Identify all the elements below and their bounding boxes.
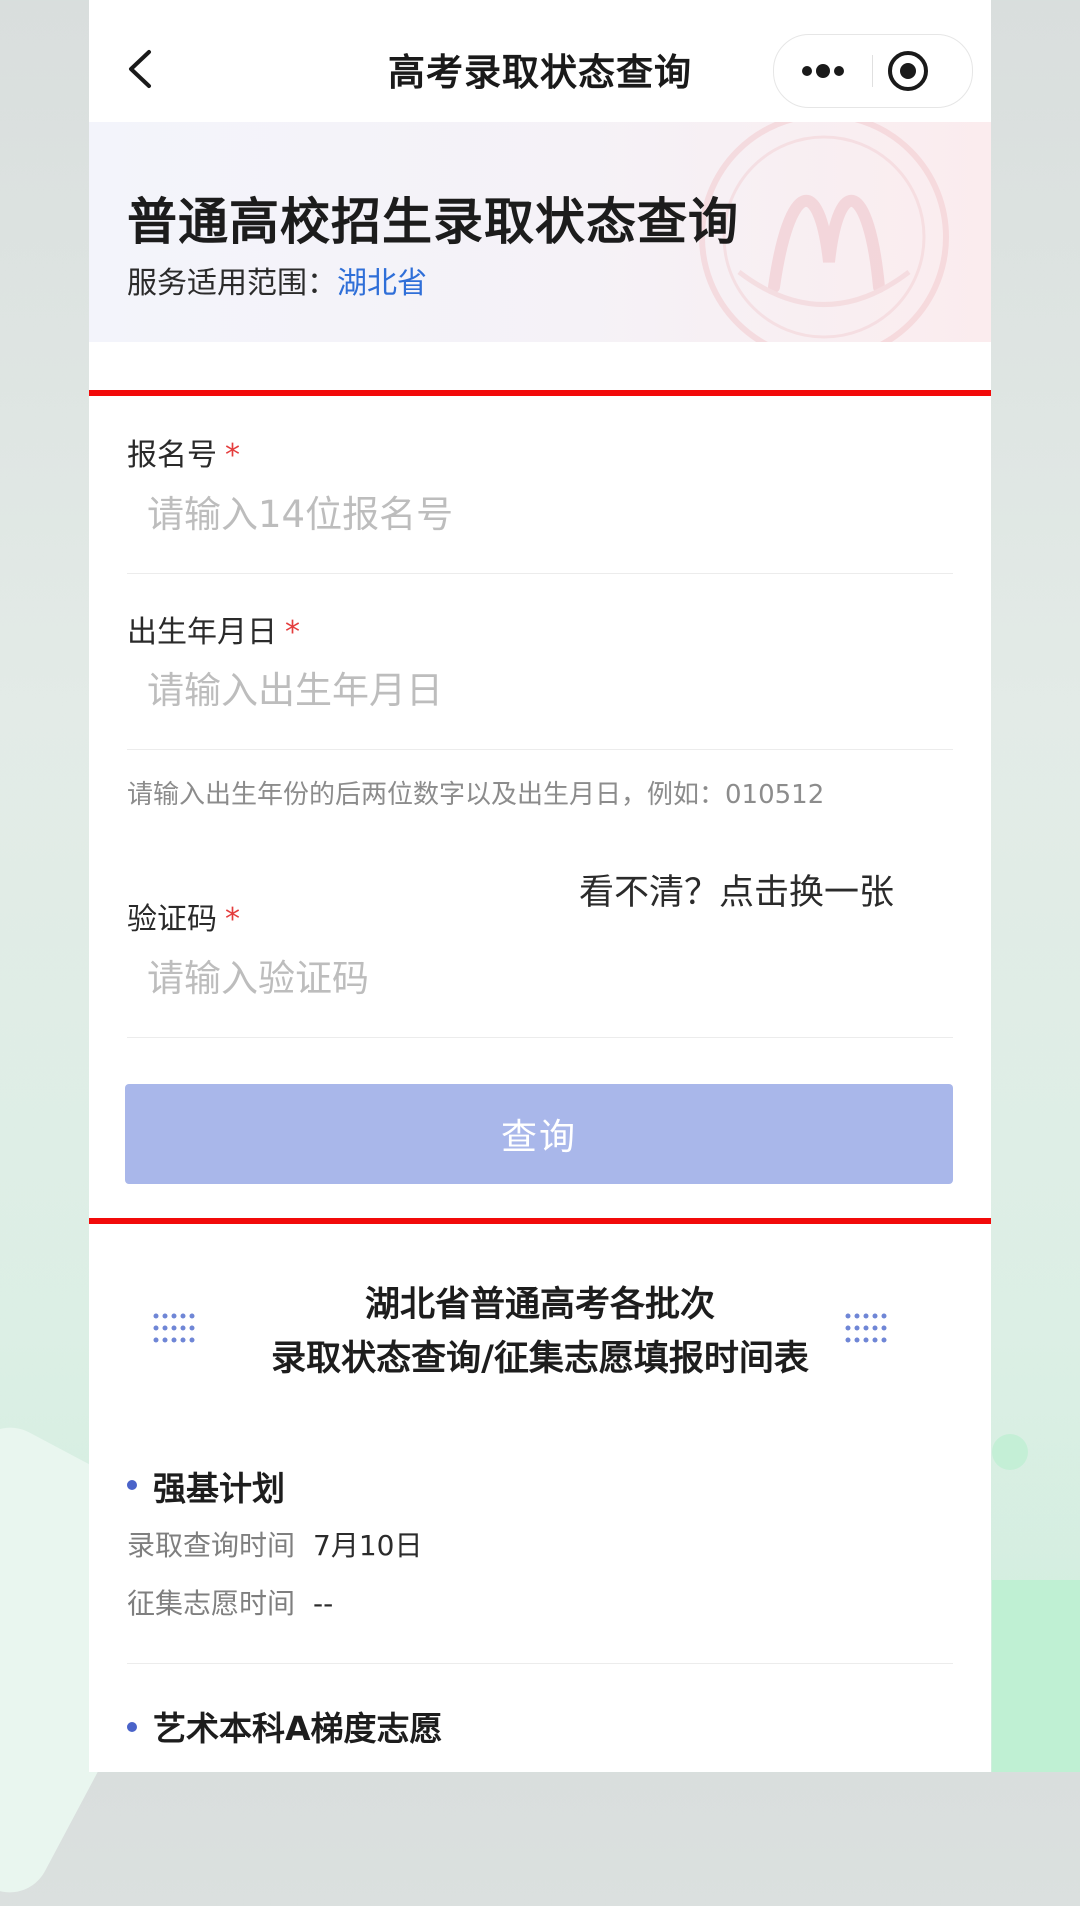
reg-no-input[interactable] — [127, 484, 953, 544]
query-time-value: 7月10日 — [313, 1529, 423, 1562]
birth-label-text: 出生年月日 — [127, 615, 277, 650]
query-button[interactable]: 查询 — [125, 1084, 953, 1184]
captcha-input[interactable] — [127, 948, 953, 1008]
query-time-row: 录取查询时间 7月10日 — [127, 1524, 422, 1564]
more-dots-icon — [802, 64, 844, 78]
close-button[interactable] — [874, 35, 972, 107]
schedule-item-title: 强基计划 — [153, 1469, 285, 1508]
required-mark: * — [285, 615, 300, 650]
collect-time-value: -- — [313, 1587, 334, 1620]
reg-no-label-text: 报名号 — [127, 438, 217, 473]
service-scope: 服务适用范围：湖北省 — [127, 258, 427, 302]
collect-time-label: 征集志愿时间 — [127, 1587, 296, 1620]
close-target-icon — [888, 51, 928, 91]
birth-date-input[interactable] — [127, 660, 953, 720]
query-time-label: 录取查询时间 — [127, 1529, 296, 1562]
field-divider — [127, 573, 953, 574]
scope-value: 湖北省 — [337, 266, 427, 301]
item-divider — [127, 1663, 953, 1664]
field-divider — [127, 749, 953, 750]
service-title: 普通高校招生录取状态查询 — [127, 193, 739, 251]
dot-grid-icon — [845, 1313, 887, 1343]
captcha-label-text: 验证码 — [127, 902, 217, 937]
mini-program-page: 高考录取状态查询 普通高校招生录取状态查询 服务适用范围：湖北省 报名号 * 请… — [89, 0, 991, 1772]
scope-label: 服务适用范围： — [127, 266, 337, 301]
more-button[interactable] — [774, 35, 872, 107]
required-mark: * — [225, 438, 240, 473]
nav-bar: 高考录取状态查询 — [89, 0, 991, 122]
required-mark: * — [225, 902, 240, 937]
birth-date-hint: 请输入出生年份的后两位数字以及出生月日，例如：010512 — [127, 780, 825, 810]
collect-time-row: 征集志愿时间 -- — [127, 1582, 333, 1622]
reg-no-label: 报名号 * — [127, 430, 240, 474]
field-divider — [127, 1037, 953, 1038]
header-banner: 普通高校招生录取状态查询 服务适用范围：湖北省 — [89, 122, 991, 342]
item-bullet — [127, 1722, 137, 1732]
background-decoration — [992, 1580, 1080, 1772]
item-bullet — [127, 1480, 137, 1490]
birth-label: 出生年月日 * — [127, 607, 300, 651]
capsule-divider — [872, 55, 873, 87]
capsule-menu — [773, 34, 973, 108]
captcha-label: 验证码 * — [127, 894, 240, 938]
captcha-refresh-link[interactable]: 看不清？点击换一张 — [579, 864, 894, 915]
background-decoration — [992, 1434, 1028, 1470]
schedule-item-title: 艺术本科A梯度志愿 — [153, 1709, 443, 1748]
